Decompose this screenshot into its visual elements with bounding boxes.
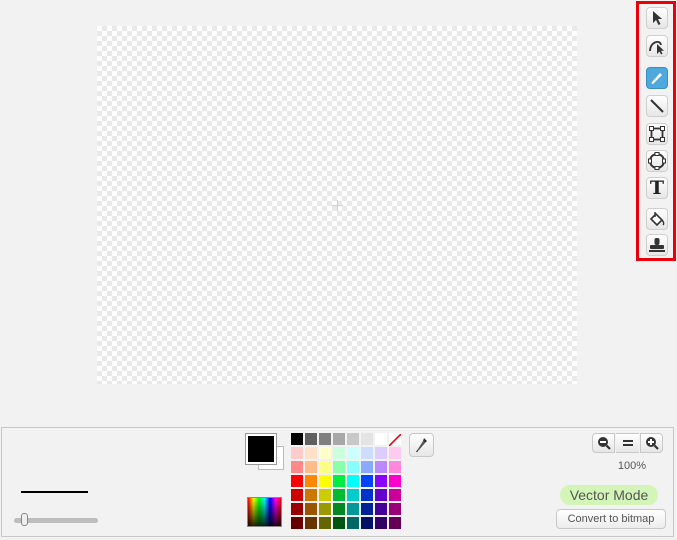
palette-color-swatch[interactable] xyxy=(333,461,345,473)
palette-color-swatch[interactable] xyxy=(347,489,359,501)
color-palette xyxy=(291,433,403,531)
palette-color-swatch[interactable] xyxy=(375,475,387,487)
palette-color-swatch[interactable] xyxy=(319,517,331,529)
brush-size-slider-thumb[interactable] xyxy=(21,513,28,526)
palette-color-swatch[interactable] xyxy=(361,489,373,501)
palette-color-swatch[interactable] xyxy=(305,489,317,501)
primary-color-swatch[interactable] xyxy=(246,434,276,464)
reshape-icon xyxy=(649,40,664,55)
palette-color-swatch[interactable] xyxy=(333,475,345,487)
rectangle-icon xyxy=(649,126,665,142)
no-color-slash-icon xyxy=(388,433,402,447)
tool-palette: T xyxy=(636,1,676,261)
palette-color-swatch[interactable] xyxy=(347,447,359,459)
palette-color-swatch[interactable] xyxy=(291,489,303,501)
vector-mode-label: Vector Mode xyxy=(560,485,658,505)
zoom-out-button[interactable] xyxy=(592,433,615,453)
palette-color-swatch[interactable] xyxy=(319,447,331,459)
palette-color-swatch[interactable] xyxy=(361,433,373,445)
palette-color-swatch[interactable] xyxy=(319,489,331,501)
equals-icon xyxy=(622,440,633,446)
text-tool-button[interactable]: T xyxy=(646,177,668,199)
zoom-reset-button[interactable] xyxy=(616,433,639,453)
palette-color-swatch[interactable] xyxy=(389,447,401,459)
palette-color-swatch[interactable] xyxy=(305,475,317,487)
palette-color-swatch[interactable] xyxy=(305,503,317,515)
pencil-tool-button[interactable] xyxy=(646,67,668,89)
palette-color-swatch[interactable] xyxy=(319,433,331,445)
palette-color-swatch[interactable] xyxy=(305,461,317,473)
palette-color-swatch[interactable] xyxy=(361,447,373,459)
line-tool-button[interactable] xyxy=(646,95,668,117)
palette-color-swatch[interactable] xyxy=(291,461,303,473)
stamp-tool-button[interactable] xyxy=(646,234,668,256)
reshape-tool-button[interactable] xyxy=(646,35,668,57)
palette-color-swatch[interactable] xyxy=(375,503,387,515)
canvas-center-crosshair-icon xyxy=(332,200,343,211)
arrow-select-icon xyxy=(653,11,662,25)
palette-color-swatch[interactable] xyxy=(333,433,345,445)
select-tool-button[interactable] xyxy=(646,7,668,29)
ellipse-tool-button[interactable] xyxy=(646,150,668,172)
palette-color-swatch[interactable] xyxy=(291,475,303,487)
palette-color-swatch[interactable] xyxy=(333,489,345,501)
pencil-icon xyxy=(651,73,662,84)
palette-color-swatch[interactable] xyxy=(305,447,317,459)
palette-color-swatch[interactable] xyxy=(347,517,359,529)
brush-size-preview xyxy=(21,491,88,493)
palette-color-swatch[interactable] xyxy=(389,503,401,515)
zoom-in-icon xyxy=(645,437,659,450)
palette-color-swatch[interactable] xyxy=(361,475,373,487)
stamp-icon xyxy=(649,238,665,252)
palette-color-swatch[interactable] xyxy=(361,461,373,473)
palette-color-swatch[interactable] xyxy=(347,475,359,487)
paint-controls-panel: 100% Vector Mode Convert to bitmap xyxy=(1,427,674,537)
palette-color-swatch[interactable] xyxy=(375,433,387,445)
fill-tool-button[interactable] xyxy=(646,208,668,230)
palette-color-swatch[interactable] xyxy=(291,447,303,459)
zoom-in-button[interactable] xyxy=(640,433,663,453)
eyedropper-button[interactable] xyxy=(409,433,434,457)
palette-color-swatch[interactable] xyxy=(389,461,401,473)
paint-bucket-icon xyxy=(649,212,665,227)
ellipse-icon xyxy=(648,152,666,170)
palette-color-swatch[interactable] xyxy=(347,433,359,445)
rectangle-tool-button[interactable] xyxy=(646,123,668,145)
palette-color-swatch[interactable] xyxy=(389,517,401,529)
palette-color-swatch[interactable] xyxy=(333,517,345,529)
palette-color-swatch[interactable] xyxy=(305,433,317,445)
palette-color-swatch[interactable] xyxy=(375,461,387,473)
palette-color-swatch[interactable] xyxy=(305,517,317,529)
line-icon xyxy=(650,99,664,113)
palette-color-swatch[interactable] xyxy=(347,461,359,473)
palette-color-swatch[interactable] xyxy=(291,433,303,445)
palette-color-swatch[interactable] xyxy=(319,461,331,473)
palette-color-swatch[interactable] xyxy=(319,475,331,487)
palette-color-swatch[interactable] xyxy=(291,517,303,529)
palette-color-swatch[interactable] xyxy=(375,517,387,529)
palette-color-swatch[interactable] xyxy=(291,503,303,515)
palette-color-swatch[interactable] xyxy=(375,489,387,501)
palette-color-swatch[interactable] xyxy=(375,447,387,459)
palette-color-swatch[interactable] xyxy=(333,447,345,459)
zoom-out-icon xyxy=(597,437,611,450)
palette-color-swatch[interactable] xyxy=(347,503,359,515)
palette-color-swatch[interactable] xyxy=(361,517,373,529)
palette-color-swatch[interactable] xyxy=(389,489,401,501)
convert-to-bitmap-button[interactable]: Convert to bitmap xyxy=(556,509,666,529)
zoom-level-label: 100% xyxy=(617,460,647,472)
palette-color-swatch[interactable] xyxy=(333,503,345,515)
no-color-swatch[interactable] xyxy=(388,433,402,447)
color-spectrum-picker[interactable] xyxy=(247,497,282,527)
text-icon: T xyxy=(649,177,665,199)
eyedropper-icon xyxy=(415,438,427,453)
palette-color-swatch[interactable] xyxy=(319,503,331,515)
palette-color-swatch[interactable] xyxy=(389,475,401,487)
palette-color-swatch[interactable] xyxy=(361,503,373,515)
